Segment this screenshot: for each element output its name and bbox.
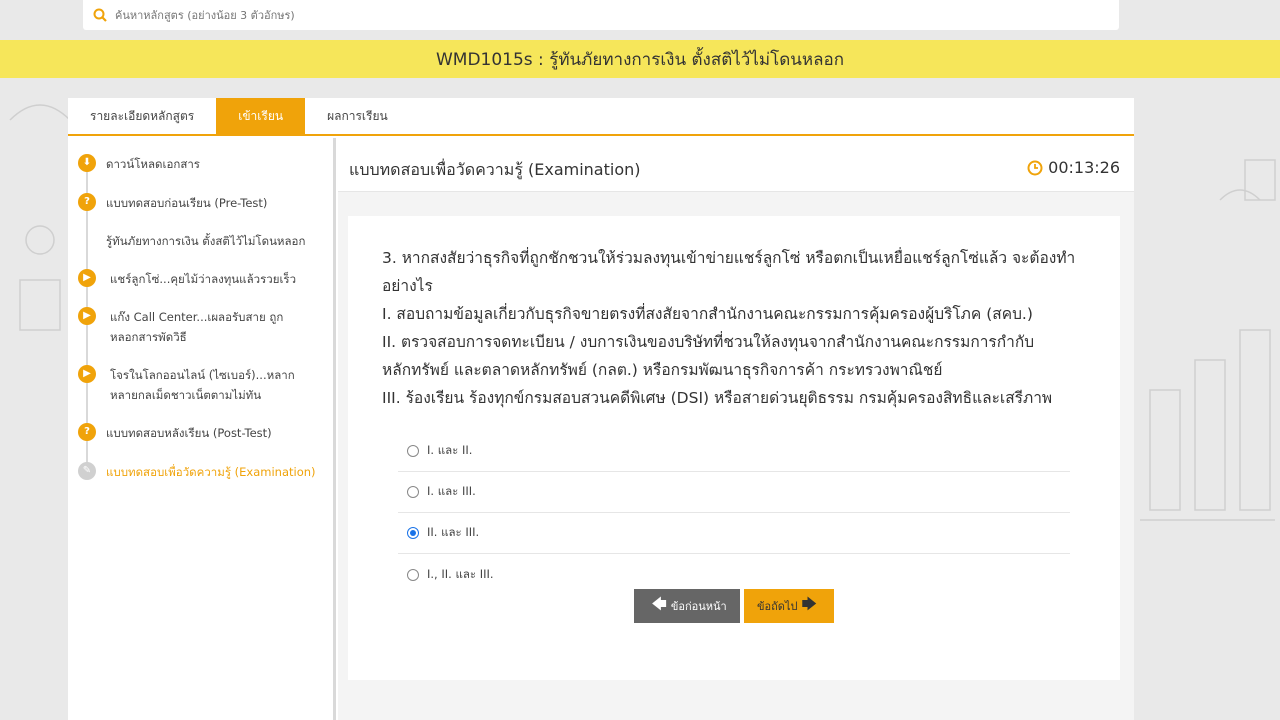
sidebar-item-download[interactable]: ⬇ ดาวน์โหลดเอกสาร: [78, 154, 200, 174]
sidebar-item-video-2[interactable]: ▶ แก๊ง Call Center...เผลอรับสาย ถูก หลอก…: [78, 307, 283, 347]
search-icon: [93, 8, 107, 22]
question-line: 3. หากสงสัยว่าธุรกิจที่ถูกชักชวนให้ร่วมล…: [382, 249, 1076, 267]
exam-header: แบบทดสอบเพื่อวัดความรู้ (Examination) 00…: [338, 138, 1134, 192]
play-icon: ▶: [78, 269, 96, 287]
button-label: ข้อก่อนหน้า: [670, 600, 727, 613]
question-line: หลักทรัพย์ และตลาดหลักทรัพย์ (กลต.) หรือ…: [382, 361, 943, 379]
sidebar-item-label: แบบทดสอบหลังเรียน (Post-Test): [106, 426, 272, 440]
sidebar-item-posttest[interactable]: ? แบบทดสอบหลังเรียน (Post-Test): [78, 423, 272, 443]
course-title-band: WMD1015s : รู้ทันภัยทางการเงิน ตั้งสติไว…: [0, 40, 1280, 78]
course-title: WMD1015s : รู้ทันภัยทางการเงิน ตั้งสติไว…: [435, 49, 845, 70]
label-line-2: หลายกลเม็ดชาวเน็ตตามไม่ทัน: [110, 388, 262, 402]
sidebar-item-video-1[interactable]: ▶ แชร์ลูกโซ่...คุยไม้ว่าลงทุนแล้วรวยเร็ว: [78, 269, 296, 289]
question-line: III. ร้องเรียน ร้องทุกข์กรมสอบสวนคดีพิเศ…: [382, 389, 1053, 407]
arrow-left-icon: 🡄: [651, 594, 667, 613]
sidebar-item-label: แบบทดสอบเพื่อวัดความรู้ (Examination): [106, 465, 316, 479]
pencil-icon: ✎: [78, 462, 96, 480]
exam-title: แบบทดสอบเพื่อวัดความรู้ (Examination): [349, 160, 641, 179]
exam-timer: 00:13:26: [1027, 158, 1120, 177]
radio-button[interactable]: [407, 486, 419, 498]
answer-options: I. และ II. I. และ III. II. และ III. I., …: [398, 431, 1070, 595]
sidebar-item-label: โจรในโลกออนไลน์ (ไซเบอร์)...หลาก หลายกลเ…: [110, 365, 295, 405]
tab-course-details[interactable]: รายละเอียดหลักสูตร: [68, 98, 216, 134]
previous-question-button[interactable]: 🡄 ข้อก่อนหน้า: [634, 589, 740, 623]
download-icon: ⬇: [78, 154, 96, 172]
radio-button[interactable]: [407, 445, 419, 457]
label-line-1: โจรในโลกออนไลน์ (ไซเบอร์)...หลาก: [110, 368, 295, 382]
next-question-button[interactable]: ข้อถัดไป 🡆: [744, 589, 834, 623]
timer-value: 00:13:26: [1048, 158, 1120, 177]
tab-enter-class[interactable]: เข้าเรียน: [216, 98, 306, 134]
question-icon: ?: [78, 423, 96, 441]
button-label: ข้อถัดไป: [757, 600, 798, 613]
tab-results[interactable]: ผลการเรียน: [305, 98, 410, 134]
arrow-right-icon: 🡆: [801, 594, 817, 613]
course-card: รายละเอียดหลักสูตร เข้าเรียน ผลการเรียน …: [68, 98, 1134, 720]
tab-bar: รายละเอียดหลักสูตร เข้าเรียน ผลการเรียน: [68, 98, 1134, 136]
option-label: I. และ III.: [427, 484, 476, 498]
exam-panel: แบบทดสอบเพื่อวัดความรู้ (Examination) 00…: [338, 138, 1134, 720]
search-bar: [83, 0, 1119, 30]
radio-button[interactable]: [407, 568, 419, 581]
sidebar-item-chapter[interactable]: รู้ทันภัยทางการเงิน ตั้งสติไว้ไม่โดนหลอก: [106, 231, 305, 251]
answer-option-3[interactable]: II. และ III.: [398, 513, 1070, 554]
sidebar-item-examination[interactable]: ✎ แบบทดสอบเพื่อวัดความรู้ (Examination): [78, 462, 316, 482]
option-label: I. และ II.: [427, 443, 473, 457]
question-line: I. สอบถามข้อมูลเกี่ยวกับธุรกิจขายตรงที่ส…: [382, 305, 1033, 323]
play-icon: ▶: [78, 365, 96, 383]
sidebar-item-label: ดาวน์โหลดเอกสาร: [106, 157, 200, 171]
answer-option-2[interactable]: I. และ III.: [398, 472, 1070, 513]
question-line: II. ตรวจสอบการจดทะเบียน / งบการเงินของบร…: [382, 333, 1035, 351]
label-line-1: แก๊ง Call Center...เผลอรับสาย ถูก: [110, 310, 284, 324]
sidebar-item-video-3[interactable]: ▶ โจรในโลกออนไลน์ (ไซเบอร์)...หลาก หลายก…: [78, 365, 295, 405]
answer-option-1[interactable]: I. และ II.: [398, 431, 1070, 472]
search-input[interactable]: [115, 8, 1015, 22]
sidebar-item-label: รู้ทันภัยทางการเงิน ตั้งสติไว้ไม่โดนหลอก: [106, 234, 306, 248]
question-text: 3. หากสงสัยว่าธุรกิจที่ถูกชักชวนให้ร่วมล…: [382, 244, 1102, 412]
option-label: I., II. และ III.: [427, 566, 494, 581]
sidebar-item-pretest[interactable]: ? แบบทดสอบก่อนเรียน (Pre-Test): [78, 193, 267, 213]
question-icon: ?: [78, 193, 96, 211]
clock-icon: [1027, 160, 1043, 175]
radio-button-selected[interactable]: [407, 527, 419, 539]
question-line: อย่างไร: [382, 277, 433, 295]
play-icon: ▶: [78, 307, 96, 325]
lesson-sidebar: ⬇ ดาวน์โหลดเอกสาร ? แบบทดสอบก่อนเรียน (P…: [68, 138, 336, 720]
sidebar-item-label: แชร์ลูกโซ่...คุยไม้ว่าลงทุนแล้วรวยเร็ว: [110, 272, 297, 286]
label-line-2: หลอกสารพัดวิธี: [110, 330, 187, 344]
sidebar-item-label: แก๊ง Call Center...เผลอรับสาย ถูก หลอกสา…: [110, 307, 283, 347]
sidebar-item-label: แบบทดสอบก่อนเรียน (Pre-Test): [106, 196, 268, 210]
option-label: II. และ III.: [427, 525, 480, 539]
